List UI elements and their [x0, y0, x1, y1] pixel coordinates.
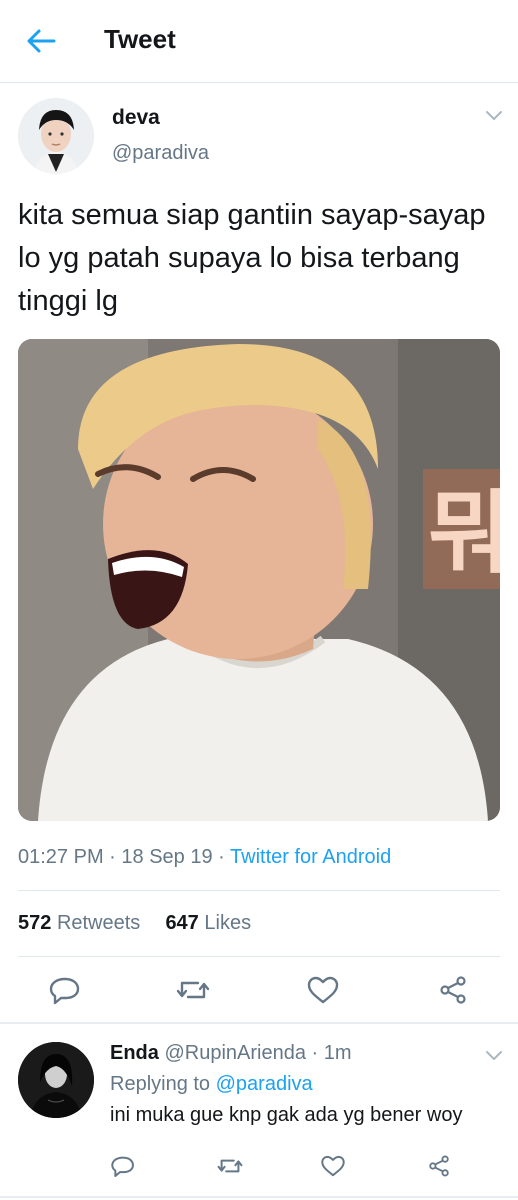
- reply-header: Enda @RupinArienda · 1m: [110, 1042, 352, 1064]
- tweet-time: 01:27 PM: [18, 846, 104, 868]
- share-icon[interactable]: [426, 1154, 452, 1178]
- author-name[interactable]: deva: [112, 106, 160, 130]
- tweet-source-link[interactable]: Twitter for Android: [230, 846, 391, 868]
- like-heart-icon[interactable]: [320, 1154, 346, 1178]
- share-icon[interactable]: [436, 975, 470, 1005]
- reply-author-handle[interactable]: @RupinArienda: [164, 1042, 306, 1064]
- section-divider: [0, 1022, 518, 1024]
- tweet-date: 18 Sep 19: [121, 846, 213, 868]
- author-avatar[interactable]: [18, 98, 94, 174]
- like-heart-icon[interactable]: [306, 975, 340, 1005]
- section-divider: [0, 1196, 518, 1198]
- chevron-down-icon[interactable]: [484, 1048, 504, 1064]
- tweet-stats: 572 Retweets 647 Likes: [18, 912, 251, 935]
- chevron-down-icon[interactable]: [484, 108, 504, 124]
- tweet-text: kita semua siap gantiin sayap-sayap lo y…: [18, 199, 486, 317]
- likes-stat[interactable]: 647 Likes: [165, 912, 251, 934]
- tweet-photo[interactable]: 뭐: [18, 339, 500, 821]
- back-arrow-icon[interactable]: [24, 26, 58, 56]
- tweet-timestamp: 01:27 PM · 18 Sep 19 · Twitter for Andro…: [18, 846, 392, 868]
- reply-icon[interactable]: [48, 975, 82, 1005]
- divider: [18, 956, 500, 957]
- reply-icon[interactable]: [110, 1154, 136, 1178]
- reply-author-avatar[interactable]: [18, 1042, 94, 1118]
- top-bar: Tweet: [0, 0, 518, 83]
- author-handle[interactable]: @paradiva: [112, 142, 209, 165]
- reply-time: 1m: [323, 1042, 352, 1064]
- retweet-icon[interactable]: [176, 975, 210, 1005]
- replying-to-handle[interactable]: @paradiva: [216, 1073, 313, 1095]
- replying-to: Replying to @paradiva: [110, 1073, 313, 1095]
- retweets-stat[interactable]: 572 Retweets: [18, 912, 140, 934]
- neon-sign-text: 뭐: [428, 481, 500, 586]
- divider: [18, 890, 500, 891]
- page-title: Tweet: [104, 24, 176, 54]
- reply-text: ini muka gue knp gak ada yg bener woy: [110, 1104, 463, 1126]
- reply-author-name[interactable]: Enda: [110, 1042, 159, 1064]
- retweet-icon[interactable]: [217, 1154, 243, 1178]
